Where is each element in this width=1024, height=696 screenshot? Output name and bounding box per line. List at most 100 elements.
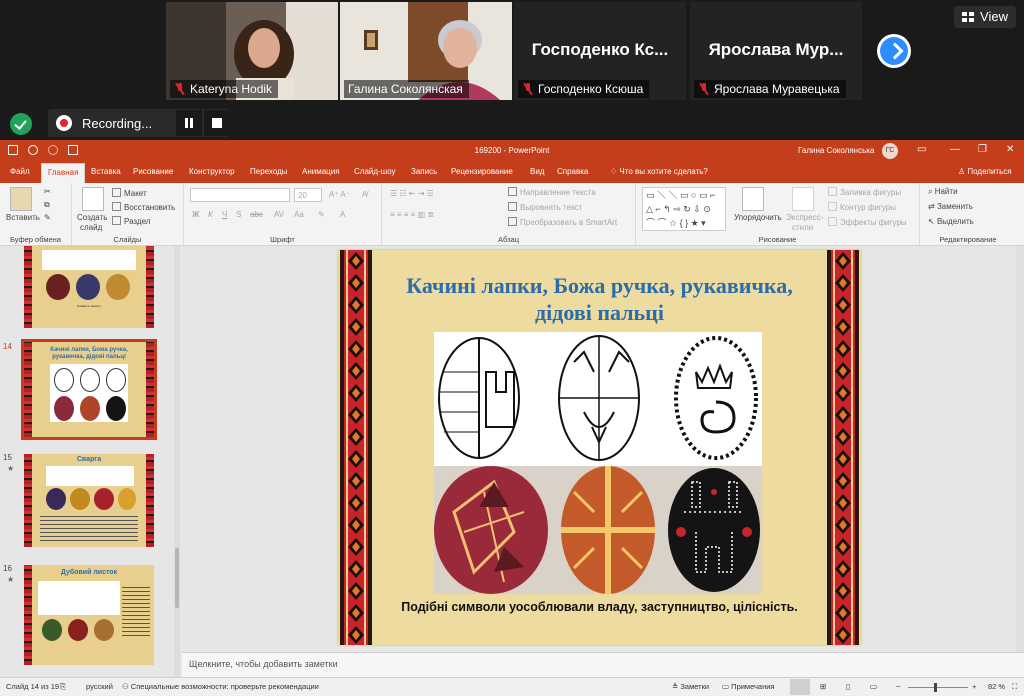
tab-design[interactable]: Конструктор: [189, 167, 235, 176]
paste-icon[interactable]: [10, 187, 32, 211]
change-case-icon[interactable]: Aa: [294, 210, 304, 219]
select-button[interactable]: ↖ Выделить: [928, 217, 974, 226]
char-spacing-icon[interactable]: AV: [274, 210, 284, 219]
share-button[interactable]: ♙ Поделиться: [958, 167, 1012, 176]
tab-file[interactable]: Файл: [10, 167, 30, 176]
accessibility-indicator[interactable]: ⚇ Специальные возможности: проверьте рек…: [122, 682, 319, 691]
pause-recording-button[interactable]: [176, 110, 202, 136]
zoom-out-icon[interactable]: −: [896, 682, 900, 691]
increase-font-icon[interactable]: A⁺ A⁻: [329, 190, 350, 199]
tab-home[interactable]: Главная: [41, 163, 86, 183]
tab-help[interactable]: Справка: [557, 167, 588, 176]
font-color-icon[interactable]: A: [340, 210, 345, 219]
minimize-button[interactable]: —: [950, 144, 960, 155]
ribbon-display-icon[interactable]: ▭: [917, 144, 926, 155]
strikethrough-icon[interactable]: abc: [250, 210, 263, 219]
shape-effects-button[interactable]: Эффекты фигуры: [828, 217, 907, 227]
notes-placeholder[interactable]: Щелкните, чтобы добавить заметки: [189, 659, 338, 669]
paste-button[interactable]: Вставить: [6, 213, 40, 222]
pysanky-images[interactable]: [434, 332, 762, 594]
comments-toggle[interactable]: ▭ Примечания: [722, 682, 774, 691]
notes-toggle[interactable]: ≜ Заметки: [672, 682, 709, 691]
arrange-button[interactable]: Упорядочить: [734, 213, 782, 222]
language-indicator[interactable]: русский: [86, 682, 113, 691]
lightbulb-icon: ♢: [610, 167, 620, 176]
slide-title[interactable]: Качині лапки, Божа ручка, рукавичка, дід…: [378, 272, 821, 326]
reading-view-icon[interactable]: ▯: [846, 682, 850, 691]
tab-record[interactable]: Запись: [411, 167, 437, 176]
slideshow-icon[interactable]: ▭: [870, 682, 877, 691]
bold-icon[interactable]: Ж: [192, 210, 199, 219]
participant-display-name-4: Ярослава Мур...: [708, 40, 844, 59]
tell-me-search[interactable]: ♢ Что вы хотите сделать?: [610, 167, 708, 176]
participant-tile-1[interactable]: Kateryna Hodik: [166, 2, 338, 100]
maximize-button[interactable]: ❐: [978, 144, 987, 155]
close-button[interactable]: ✕: [1006, 144, 1014, 155]
security-shield-icon[interactable]: [10, 113, 32, 135]
stop-recording-button[interactable]: [204, 110, 230, 136]
slide-sorter-icon[interactable]: ⊞: [820, 682, 826, 691]
text-direction-button[interactable]: Направление текста: [508, 187, 596, 197]
slide-scrollbar[interactable]: [1016, 246, 1024, 652]
mic-muted-icon: [698, 83, 710, 95]
replace-button[interactable]: ⇄ Заменить: [928, 202, 973, 211]
font-name-field[interactable]: [190, 188, 290, 202]
tab-slideshow[interactable]: Слайд-шоу: [354, 167, 395, 176]
format-painter-icon[interactable]: ✎: [44, 213, 51, 222]
normal-view-button[interactable]: [790, 679, 810, 695]
italic-icon[interactable]: К: [208, 210, 213, 219]
clear-format-icon[interactable]: A̸: [362, 190, 367, 199]
participant-tile-3[interactable]: Господенко Кс... Господенко Ксюша: [514, 2, 686, 100]
spellcheck-icon[interactable]: ⎘: [60, 682, 66, 692]
fit-slide-icon[interactable]: ⛶: [1012, 682, 1017, 692]
slide-thumbnail-16[interactable]: Дубовий листок: [24, 565, 154, 665]
participant-tile-4[interactable]: Ярослава Мур... Ярослава Муравецька: [690, 2, 862, 100]
section-button[interactable]: Раздел: [112, 216, 150, 226]
tab-insert[interactable]: Вставка: [91, 167, 121, 176]
reset-button[interactable]: Восстановить: [112, 202, 175, 212]
new-slide-icon[interactable]: [82, 187, 104, 211]
slide-thumbnail-14[interactable]: Качині лапки, Божа ручка, рукавичка, дід…: [21, 339, 157, 440]
participant-tile-2[interactable]: Галина Соколянская: [340, 2, 512, 100]
tab-transitions[interactable]: Переходы: [250, 167, 288, 176]
tab-draw[interactable]: Рисование: [133, 167, 173, 176]
align-icons[interactable]: ≡ ≡ ≡ ≡ ▥ ≣: [390, 210, 434, 219]
participant-display-name-3: Господенко Кс...: [531, 40, 669, 59]
current-slide[interactable]: Качині лапки, Божа ручка, рукавичка, дід…: [338, 250, 861, 645]
slide-thumbnails-panel[interactable]: Символи захисту 14 Качині лапки, Божа ру…: [0, 246, 182, 677]
shape-fill-button[interactable]: Заливка фигуры: [828, 187, 901, 197]
avatar[interactable]: ГС: [882, 143, 898, 159]
view-button[interactable]: View: [954, 6, 1016, 28]
notes-pane[interactable]: Щелкните, чтобы добавить заметки: [182, 652, 1024, 677]
slide-thumbnail-15[interactable]: Сварга: [24, 454, 154, 547]
zoom-level[interactable]: 82 %: [988, 682, 1005, 691]
highlight-icon[interactable]: ✎: [318, 210, 325, 219]
zoom-in-icon[interactable]: +: [972, 682, 976, 691]
thumbnails-scrollbar[interactable]: [174, 246, 180, 677]
copy-icon[interactable]: ⧉: [44, 200, 50, 210]
arrange-icon[interactable]: [742, 187, 764, 211]
zoom-slider[interactable]: [908, 687, 968, 688]
tab-review[interactable]: Рецензирование: [451, 167, 513, 176]
cut-icon[interactable]: ✂: [44, 187, 51, 196]
cursor-icon: ↖: [928, 217, 937, 226]
layout-button[interactable]: Макет: [112, 188, 147, 198]
shadow-icon[interactable]: S: [236, 210, 241, 219]
slide-thumbnail-13[interactable]: Символи захисту: [24, 246, 154, 328]
smartart-button[interactable]: Преобразовать в SmartArt: [508, 217, 617, 227]
align-text-button[interactable]: Выровнять текст: [508, 202, 582, 212]
tab-animations[interactable]: Анимация: [302, 167, 340, 176]
next-participants-button[interactable]: [877, 34, 911, 68]
shape-outline-button[interactable]: Контур фигуры: [828, 202, 896, 212]
quick-styles-icon[interactable]: [792, 187, 814, 211]
tab-view[interactable]: Вид: [530, 167, 544, 176]
shapes-gallery[interactable]: ▭ ＼ ＼ ▭ ○ ▭ ⌐ △ ⌐ ↰ ⇨ ↻ ⇩ ⊙ ⌒ ⌒ ☆ { } ★ ▾: [642, 187, 726, 231]
font-size-field[interactable]: 20: [294, 188, 322, 202]
user-name: Галина Соколянська: [798, 146, 875, 155]
zoom-slider-thumb[interactable]: [934, 683, 937, 692]
underline-icon[interactable]: Ч: [222, 210, 227, 219]
find-button[interactable]: ⌕ Найти: [928, 187, 958, 197]
bullets-icon[interactable]: ☰ ☷ ⇤ ⇥ ☰: [390, 189, 434, 198]
slide-caption[interactable]: Подібні символи уособлювали владу, засту…: [378, 600, 821, 614]
search-icon: ⌕: [928, 187, 935, 196]
